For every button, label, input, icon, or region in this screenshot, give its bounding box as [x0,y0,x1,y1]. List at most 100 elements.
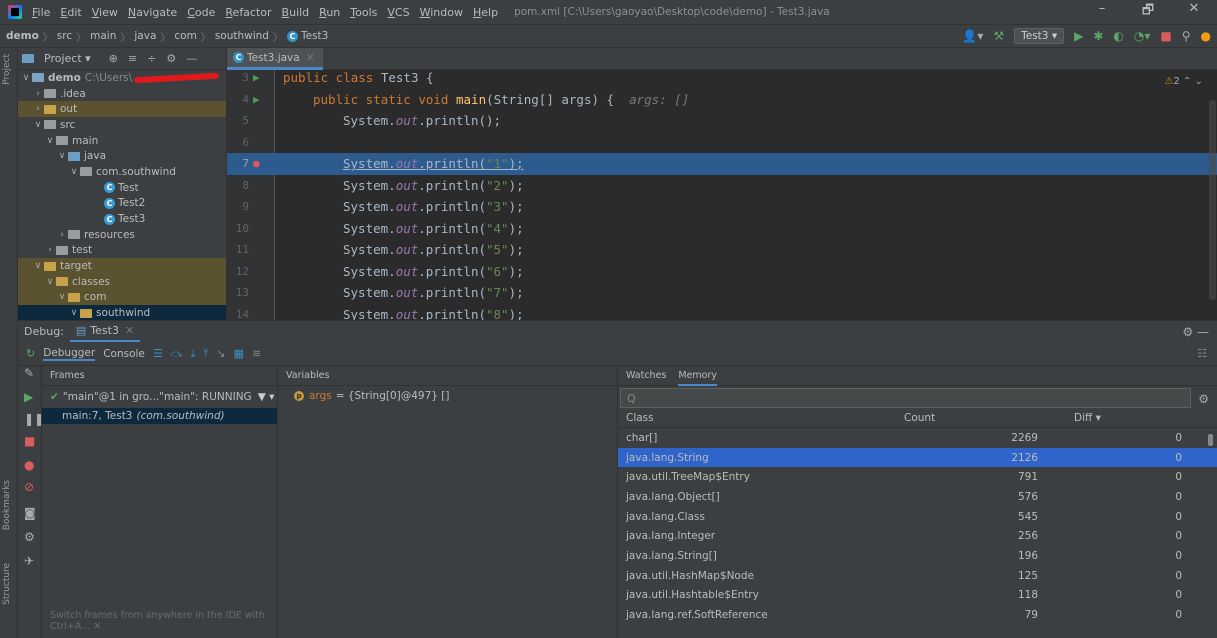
mute-breakpoints-icon[interactable]: ⊘ [24,480,34,494]
locate-icon[interactable]: ⊕ [109,52,118,65]
user-icon[interactable]: 👤▾ [962,29,983,43]
pin-icon[interactable]: ✈ [24,554,34,568]
tree-item-southwind[interactable]: ∨ southwind [18,305,226,321]
trace-icon[interactable]: ≋ [252,347,261,360]
code-line[interactable]: 8 System.out.println("2"); [227,175,1217,197]
breadcrumb-com[interactable]: com [174,30,196,42]
memory-row[interactable]: java.lang.ref.SoftReference 79 0 [618,605,1217,625]
editor-scrollbar[interactable] [1209,100,1216,300]
breadcrumb-test3[interactable]: Test3 [301,30,328,42]
tree-item-com[interactable]: ∨ com [18,289,226,306]
run-configuration-select[interactable]: Test3 ▾ [1014,28,1065,44]
tree-item-main[interactable]: ∨ main [18,133,226,149]
project-view-select[interactable]: Project ▾ [44,52,91,65]
debug-session-tab[interactable]: ▤ Test3 ✕ [69,321,141,343]
structure-tool-tab[interactable]: Structure [2,563,12,605]
code-line[interactable]: 5 System.out.println(); [227,110,1217,132]
restore-button[interactable]: 🗗 [1125,1,1171,23]
tree-item-test[interactable]: › test [18,243,226,259]
tree-item-test[interactable]: C Test [18,180,226,196]
execution-line[interactable]: 7 ● System.out.println("1"); [227,153,1217,175]
chevron-right-icon[interactable]: › [32,89,44,99]
memory-row[interactable]: java.lang.Class 545 0 [618,507,1217,527]
chevron-down-icon[interactable]: ∨ [20,73,32,83]
chevron-down-icon[interactable]: ∨ [56,151,68,161]
inspection-indicator[interactable]: ⚠2 ⌃ ⌄ [1165,76,1203,87]
tree-item-java[interactable]: ∨ java [18,148,226,164]
run-gutter-icon[interactable]: ▶ [253,93,273,106]
close-window-button[interactable]: ✕ [1171,1,1217,23]
expand-all-icon[interactable]: ÷ [147,52,156,65]
stop-icon[interactable]: ■ [1160,29,1171,43]
show-execution-point-icon[interactable]: ☰ [153,347,163,360]
menu-file[interactable]: File [32,6,50,19]
tree-item-src[interactable]: ∨ src [18,117,226,133]
memory-row[interactable]: java.util.TreeMap$Entry 791 0 [618,467,1217,487]
filter-icon[interactable]: ▼ ▾ [258,391,275,403]
menu-help[interactable]: Help [473,6,498,19]
close-tab-icon[interactable]: ✕ [306,52,315,64]
code-line[interactable]: 4 ▶ public static void main(String[] args)… [227,89,1217,111]
menu-window[interactable]: Window [420,6,463,19]
memory-search-input[interactable]: Q [620,388,1191,408]
tree-item--idea[interactable]: › .idea [18,86,226,102]
menu-code[interactable]: Code [187,6,215,19]
debug-settings-icon[interactable]: ⚙ — [1182,325,1217,339]
code-line[interactable]: 12 System.out.println("6"); [227,261,1217,283]
menu-tools[interactable]: Tools [350,6,377,19]
code-line[interactable]: 9 System.out.println("3"); [227,196,1217,218]
memory-row[interactable]: char[] 2269 0 [618,428,1217,448]
memory-row[interactable]: java.util.Hashtable$Entry 118 0 [618,586,1217,606]
hide-icon[interactable]: — [186,52,197,65]
chevron-down-icon[interactable]: ∨ [56,292,68,302]
search-icon[interactable]: ⚲ [1182,29,1191,43]
breadcrumb-src[interactable]: src [57,30,72,42]
thread-select[interactable]: ✔ "main"@1 in gro..."main": RUNNING ▼ ▾ [42,386,277,408]
chevron-down-icon[interactable]: ∨ [68,308,80,318]
code-line[interactable]: 11 System.out.println("5"); [227,239,1217,261]
column-diff[interactable]: Diff ▾ [1048,412,1198,424]
tree-item-test2[interactable]: C Test2 [18,196,226,212]
breadcrumb-demo[interactable]: demo [6,30,39,42]
chevron-down-icon[interactable]: ∨ [32,120,44,130]
tree-item-resources[interactable]: › resources [18,227,226,243]
update-icon[interactable]: ● [1201,29,1211,43]
code-line[interactable]: 6 [227,132,1217,154]
code-editor[interactable]: 3 ▶ public class Test3 {4 ▶ public static vo… [227,70,1217,320]
bookmarks-tool-tab[interactable]: Bookmarks [2,480,12,530]
build-hammer-icon[interactable]: ⚒ [993,29,1004,43]
debug-settings-gear-icon[interactable]: ⚙ [24,530,35,544]
memory-row[interactable]: java.lang.Object[] 576 0 [618,487,1217,507]
resume-icon[interactable]: ▶ [24,390,33,404]
collapse-all-icon[interactable]: ≡ [128,52,137,65]
step-over-icon[interactable]: ⤼ [171,347,183,361]
tree-item-com-southwind[interactable]: ∨ com.southwind [18,164,226,180]
memory-row[interactable]: java.lang.String 2126 0 [618,447,1217,468]
tree-item-classes[interactable]: ∨ classes [18,273,226,290]
menu-run[interactable]: Run [319,6,340,19]
layout-icon[interactable]: ☷ [1197,347,1207,360]
debugger-subtab[interactable]: Debugger [43,347,96,361]
profile-icon[interactable]: ◔▾ [1134,29,1151,43]
project-tool-tab[interactable]: Project [2,54,12,85]
menu-navigate[interactable]: Navigate [128,6,177,19]
stack-frame-row[interactable]: main:7, Test3 (com.southwind) [42,408,277,424]
code-line[interactable]: 14 System.out.println("8"); [227,304,1217,320]
settings-wrench-icon[interactable]: ✎ [24,366,34,380]
rerun-icon[interactable]: ↻ [26,347,35,360]
chevron-right-icon[interactable]: › [32,104,44,114]
code-line[interactable]: 10 System.out.println("4"); [227,218,1217,240]
menu-vcs[interactable]: VCS [387,6,409,19]
tree-item-test3[interactable]: C Test3 [18,211,226,227]
debug-icon[interactable]: ✱ [1093,29,1103,43]
stop-debug-icon[interactable]: ■ [24,434,35,448]
code-line[interactable]: 3 ▶ public class Test3 { [227,70,1217,89]
evaluate-expression-icon[interactable]: ▦ [234,347,244,360]
editor-tab-test3[interactable]: C Test3.java ✕ [227,48,323,70]
column-class[interactable]: Class [618,412,898,424]
breadcrumb-java[interactable]: java [134,30,156,42]
chevron-down-icon[interactable]: ∨ [44,136,56,146]
coverage-icon[interactable]: ◐ [1113,29,1123,43]
run-gutter-icon[interactable]: ▶ [253,71,273,84]
tree-item-out[interactable]: › out [18,101,226,118]
